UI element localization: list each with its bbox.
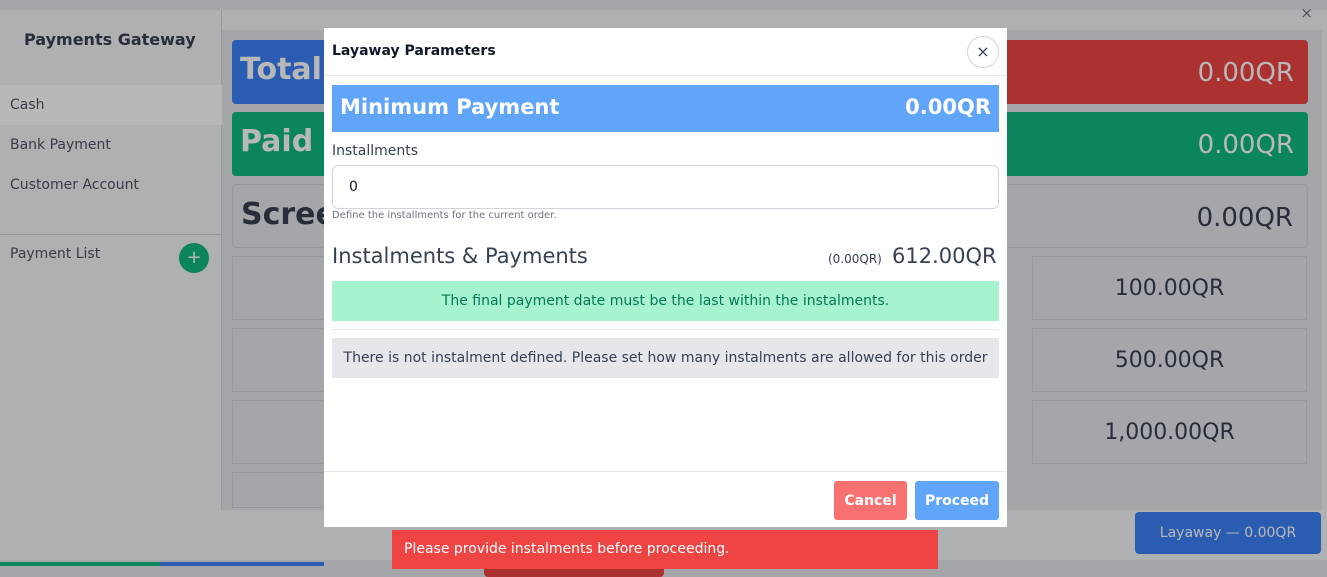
divider (332, 329, 999, 330)
minimum-payment-label: Minimum Payment (340, 95, 560, 119)
modal-title: Layaway Parameters (332, 43, 496, 59)
minimum-payment-value: 0.00QR (905, 95, 991, 119)
modal-footer: Cancel Proceed (324, 471, 1007, 527)
installments-input[interactable] (332, 165, 999, 209)
close-icon[interactable]: × (967, 36, 999, 68)
installments-label: Installments (332, 143, 419, 159)
info-alert: The final payment date must be the last … (332, 281, 999, 321)
instalments-payments-title: Instalments & Payments (332, 244, 588, 268)
error-toast: Please provide instalments before procee… (392, 530, 938, 569)
instalments-paid-amount: (0.00QR) (828, 252, 882, 266)
instalments-total-amount: 612.00QR (892, 244, 997, 268)
modal-header: Layaway Parameters × (324, 28, 1007, 76)
proceed-button[interactable]: Proceed (915, 481, 999, 520)
layaway-parameters-modal: Layaway Parameters × Minimum Payment 0.0… (324, 28, 1007, 527)
installments-help-text: Define the installments for the current … (332, 210, 557, 221)
empty-instalments-message: There is not instalment defined. Please … (332, 338, 999, 378)
cancel-button[interactable]: Cancel (834, 481, 907, 520)
minimum-payment-banner: Minimum Payment 0.00QR (332, 85, 999, 132)
